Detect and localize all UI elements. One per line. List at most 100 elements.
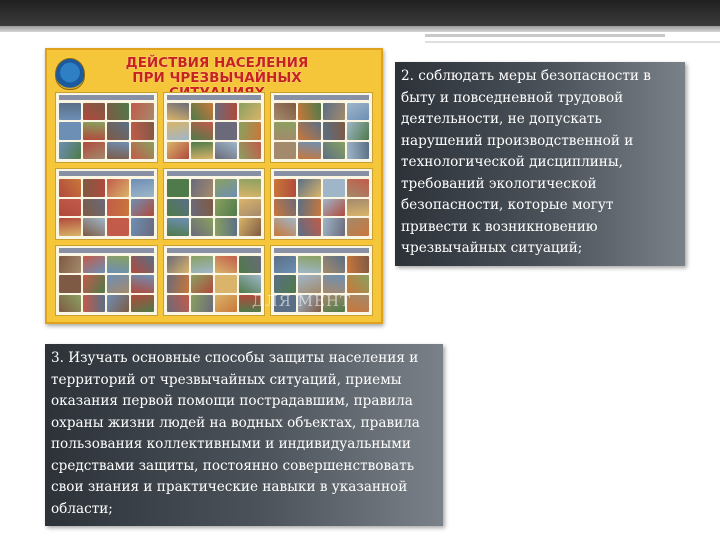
panel-illustrations xyxy=(166,255,262,312)
text-box-point-3: 3. Изучать основные способы защиты насел… xyxy=(45,344,443,526)
illustration-thumb xyxy=(59,255,82,274)
illustration-thumb xyxy=(298,122,321,140)
panel-illustrations xyxy=(274,103,369,160)
panel-illustrations xyxy=(59,103,154,160)
illustration-thumb xyxy=(322,141,345,160)
illustration-thumb xyxy=(83,103,106,121)
illustration-thumb xyxy=(59,179,82,197)
illustration-thumb xyxy=(322,255,345,274)
illustration-thumb xyxy=(59,218,82,236)
illustration-thumb xyxy=(83,141,106,160)
illustration-thumb xyxy=(274,103,297,121)
illustration-thumb xyxy=(239,198,262,217)
emergency-poster-image: ДЕЙСТВИЯ НАСЕЛЕНИЯ ПРИ ЧРЕЗВЫЧАЙНЫХ СИТУ… xyxy=(45,48,383,324)
illustration-thumb xyxy=(107,275,130,293)
panel-heading-bar xyxy=(166,247,262,253)
illustration-thumb xyxy=(131,218,154,236)
point-2-text: 2. соблюдать меры безопасности в быту и … xyxy=(401,68,651,256)
illustration-thumb xyxy=(83,255,106,274)
illustration-thumb xyxy=(239,255,262,274)
decor-line xyxy=(425,34,665,37)
illustration-thumb xyxy=(190,103,213,121)
illustration-thumb xyxy=(107,198,130,217)
panel-heading-bar xyxy=(59,247,154,253)
illustration-thumb xyxy=(322,122,345,140)
illustration-thumb xyxy=(59,122,82,140)
panel-heading-bar xyxy=(274,95,369,100)
panel-illustrations xyxy=(166,103,262,160)
illustration-thumb xyxy=(298,141,321,160)
illustration-thumb xyxy=(214,275,238,293)
illustration-thumb xyxy=(274,198,297,217)
illustration-thumb xyxy=(322,103,345,121)
illustration-thumb xyxy=(166,255,189,274)
text-box-point-2: 2. соблюдать меры безопасности в быту и … xyxy=(395,62,685,266)
illustration-thumb xyxy=(166,218,189,236)
illustration-thumb xyxy=(190,218,213,236)
panel-heading-bar xyxy=(166,95,262,100)
panel-heading-bar xyxy=(59,171,154,177)
illustration-thumb xyxy=(274,255,297,274)
point-3-text: 3. Изучать основные способы защиты насел… xyxy=(51,350,420,517)
poster-panel xyxy=(270,168,373,240)
poster-title-line: ДЕЙСТВИЯ НАСЕЛЕНИЯ xyxy=(125,55,309,71)
illustration-thumb xyxy=(298,179,321,197)
illustration-thumb xyxy=(298,255,321,274)
illustration-thumb xyxy=(166,275,189,293)
illustration-thumb xyxy=(59,275,82,293)
illustration-thumb xyxy=(107,122,130,140)
illustration-thumb xyxy=(166,103,189,121)
illustration-thumb xyxy=(166,294,189,312)
panel-heading-bar xyxy=(274,171,369,177)
illustration-thumb xyxy=(298,218,321,236)
illustration-thumb xyxy=(107,218,130,236)
illustration-thumb xyxy=(131,198,154,217)
illustration-thumb xyxy=(274,122,297,140)
illustration-thumb xyxy=(346,103,369,121)
illustration-thumb xyxy=(166,179,189,197)
illustration-thumb xyxy=(190,275,213,293)
illustration-thumb xyxy=(131,275,154,293)
illustration-thumb xyxy=(274,218,297,236)
panel-illustrations xyxy=(166,179,262,236)
illustration-thumb xyxy=(274,141,297,160)
panel-illustrations xyxy=(59,255,154,312)
illustration-thumb xyxy=(346,141,369,160)
illustration-thumb xyxy=(346,198,369,217)
illustration-thumb xyxy=(214,294,238,312)
illustration-thumb xyxy=(190,294,213,312)
illustration-thumb xyxy=(166,141,189,160)
illustration-thumb xyxy=(190,198,213,217)
illustration-thumb xyxy=(239,179,262,197)
illustration-thumb xyxy=(214,255,238,274)
watermark: ДЛЯ МЕНТ xyxy=(252,292,351,310)
illustration-thumb xyxy=(107,103,130,121)
illustration-thumb xyxy=(59,198,82,217)
illustration-thumb xyxy=(131,122,154,140)
illustration-thumb xyxy=(107,255,130,274)
panel-illustrations xyxy=(59,179,154,236)
illustration-thumb xyxy=(214,141,238,160)
panel-heading-bar xyxy=(166,171,262,177)
illustration-thumb xyxy=(131,294,154,312)
poster-panel xyxy=(162,244,266,316)
illustration-thumb xyxy=(346,179,369,197)
illustration-thumb xyxy=(298,198,321,217)
illustration-thumb xyxy=(190,255,213,274)
illustration-thumb xyxy=(346,122,369,140)
illustration-thumb xyxy=(166,198,189,217)
illustration-thumb xyxy=(239,122,262,140)
illustration-thumb xyxy=(298,103,321,121)
illustration-thumb xyxy=(83,122,106,140)
illustration-thumb xyxy=(214,198,238,217)
illustration-thumb xyxy=(274,275,297,293)
illustration-thumb xyxy=(298,275,321,293)
illustration-thumb xyxy=(322,218,345,236)
illustration-thumb xyxy=(83,198,106,217)
illustration-thumb xyxy=(322,275,345,293)
illustration-thumb xyxy=(239,275,262,293)
illustration-thumb xyxy=(59,294,82,312)
illustration-thumb xyxy=(107,141,130,160)
panel-illustrations xyxy=(274,179,369,236)
illustration-thumb xyxy=(274,179,297,197)
